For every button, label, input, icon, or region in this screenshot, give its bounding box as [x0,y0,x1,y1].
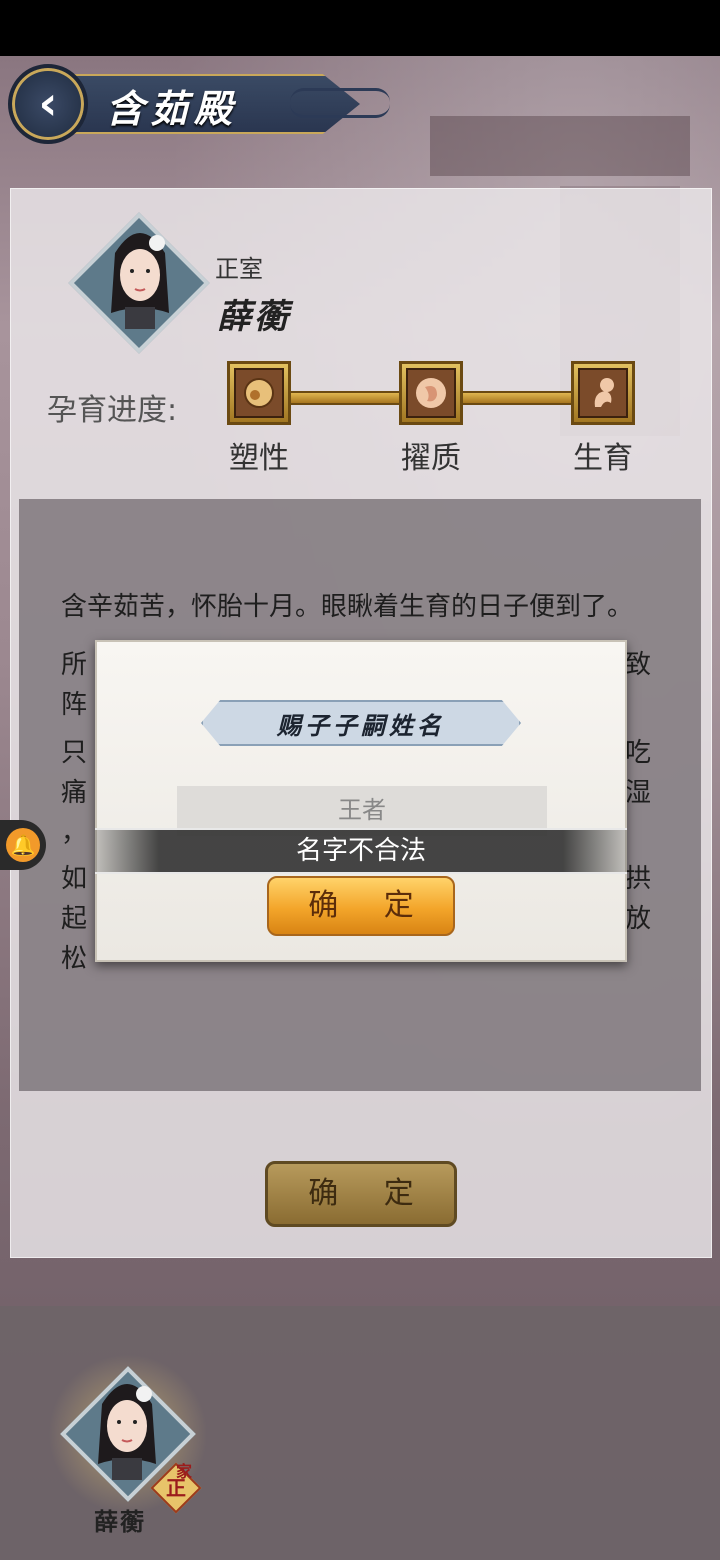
rank-badge-top: 家 [176,1462,193,1481]
stage-baby-icon [571,361,635,425]
bottom-bar: 正 家 薛蘅 [0,1306,720,1560]
stage-embryo-icon [399,361,463,425]
bell-icon: 🔔 [6,828,40,862]
dialog-confirm-button[interactable]: 确 定 [267,876,455,936]
consort-avatar-icon [111,233,169,329]
confirm-button[interactable]: 确 定 [265,1161,457,1227]
story-fragment-3: 湿 [625,778,652,808]
consort-name: 薛蘅 [217,297,291,337]
bottom-consort-portrait[interactable]: 正 家 [48,1354,208,1514]
story-line-1: 含辛茹苦，怀胎十月。眼瞅着生育的日子便到了。 [61,592,634,622]
stage-seed-icon [227,361,291,425]
story-fragment-5: 放 [625,904,652,934]
consort-portrait [68,212,210,354]
stage-label-1: 塑性 [229,441,289,476]
stage-label-2: 擢质 [401,441,461,476]
consort-avatar-icon [98,1384,156,1480]
story-fragment-1: 致 [625,650,652,680]
story-fragment-4: 拱 [625,864,652,894]
name-dialog: 赐子子嗣姓名 确 定 [95,640,627,962]
error-toast: 名字不合法 [95,828,627,874]
header: ‹ 含茹殿 [0,58,720,158]
consort-rank: 正室 [215,255,263,283]
chevron-left-icon: ‹ [38,76,58,130]
story-fragment-2: 吃 [625,738,652,768]
stage-label-3: 生育 [573,441,633,476]
dialog-title: 赐子子嗣姓名 [277,711,445,740]
page-title: 含茹殿 [106,86,239,131]
bottom-consort-name: 薛蘅 [94,1507,146,1536]
status-bar [0,0,720,56]
back-button[interactable]: ‹ [8,64,88,144]
header-ornament [290,88,390,118]
progress-label: 孕育进度: [47,393,178,428]
